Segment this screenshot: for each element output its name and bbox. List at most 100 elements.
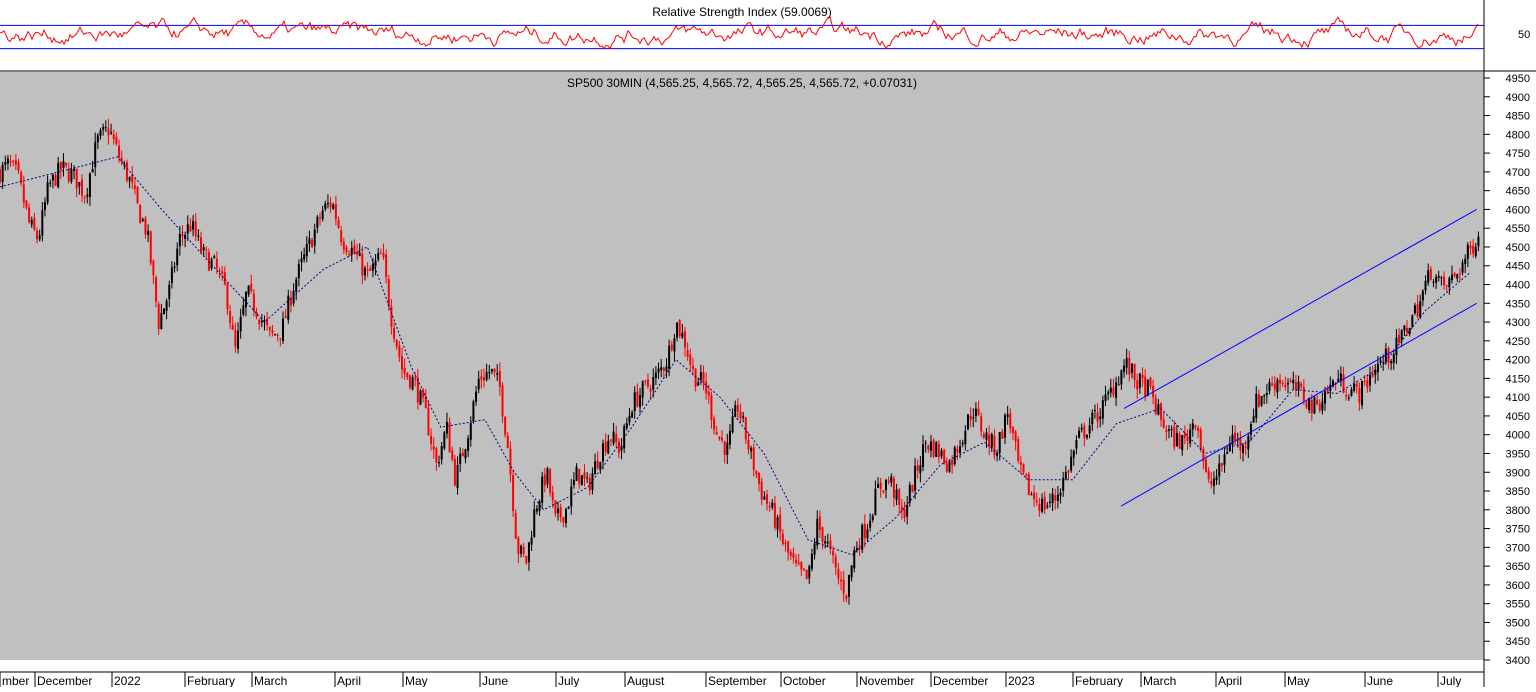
candle-body xyxy=(1117,384,1120,386)
candle-body xyxy=(1424,280,1427,291)
candle-body xyxy=(1173,426,1176,448)
candle-body xyxy=(726,442,729,455)
candle-body xyxy=(54,175,57,186)
candle-body xyxy=(189,225,192,232)
y-tick-label: 4350 xyxy=(1506,298,1530,310)
candle-body xyxy=(594,461,597,475)
y-tick-label: 4800 xyxy=(1506,129,1530,141)
x-tick-label: June xyxy=(482,674,508,687)
candle-body xyxy=(631,412,634,418)
candle-body xyxy=(51,174,54,181)
candle-body xyxy=(1379,360,1382,363)
candle-body xyxy=(340,230,343,243)
candle-body xyxy=(803,568,806,571)
candle-body xyxy=(202,247,205,251)
candle-body xyxy=(760,481,763,500)
candle-body xyxy=(342,241,345,250)
candle-body xyxy=(1138,373,1141,388)
candle-body xyxy=(887,480,890,482)
candle-body xyxy=(1033,492,1036,500)
candle-body xyxy=(789,552,792,556)
candle-body xyxy=(1093,409,1096,411)
candle-body xyxy=(1300,383,1303,387)
candle-body xyxy=(1004,415,1007,438)
candle-body xyxy=(9,161,12,163)
candle-body xyxy=(628,415,631,423)
candle-body xyxy=(1115,382,1118,398)
candle-body xyxy=(792,553,795,558)
candle-body xyxy=(467,438,470,451)
candle-body xyxy=(1279,380,1282,384)
candle-body xyxy=(501,385,504,417)
candle-body xyxy=(879,482,882,490)
candle-body xyxy=(432,445,435,450)
candle-body xyxy=(70,169,73,182)
candle-body xyxy=(1123,365,1126,372)
candle-body xyxy=(1244,446,1247,448)
candle-body xyxy=(443,432,446,449)
candle-body xyxy=(575,466,578,481)
candle-body xyxy=(1406,327,1409,333)
y-tick-label: 3600 xyxy=(1506,580,1530,592)
candle-body xyxy=(205,249,208,251)
x-tick-label: April xyxy=(1218,674,1242,687)
x-tick-label: September xyxy=(708,674,767,687)
candle-body xyxy=(1080,427,1083,430)
candle-body xyxy=(43,202,46,210)
candle-body xyxy=(453,458,456,486)
candle-body xyxy=(1130,363,1133,373)
candle-body xyxy=(1014,431,1017,442)
candle-body xyxy=(419,390,422,405)
candle-body xyxy=(414,378,417,380)
candle-body xyxy=(1107,392,1110,395)
candle-body xyxy=(1345,394,1348,397)
candle-body xyxy=(1212,478,1215,486)
candle-body xyxy=(305,243,308,257)
candle-body xyxy=(633,392,636,411)
y-axis: 3400 3450 3500 3550 3600 3650 3700 3750 3800 3850… xyxy=(1484,73,1530,667)
candle-body xyxy=(937,443,940,458)
x-tick-label: February xyxy=(1075,674,1123,687)
candle-body xyxy=(562,516,565,523)
y-tick-label: 3800 xyxy=(1506,505,1530,517)
candle-body xyxy=(773,503,776,528)
candle-body xyxy=(1120,370,1123,385)
candle-body xyxy=(242,305,245,315)
candle-body xyxy=(73,168,76,171)
candle-body xyxy=(1207,470,1210,480)
candle-body xyxy=(411,377,414,390)
candle-body xyxy=(702,371,705,383)
candle-body xyxy=(1070,456,1073,471)
candle-body xyxy=(398,345,401,357)
candle-body xyxy=(1427,270,1430,283)
stock-chart[interactable]: Relative Strength Index (59.0069) 50 SP5… xyxy=(0,0,1536,688)
candle-body xyxy=(1083,425,1086,439)
candle-body xyxy=(1461,262,1464,273)
candle-body xyxy=(1347,397,1350,399)
candle-body xyxy=(834,556,837,568)
candle-body xyxy=(197,235,200,238)
candle-body xyxy=(416,377,419,403)
candle-body xyxy=(324,203,327,210)
candle-body xyxy=(752,447,755,471)
candle-body xyxy=(1321,401,1324,411)
candle-body xyxy=(448,422,451,453)
x-tick-label: July xyxy=(558,674,579,687)
candle-body xyxy=(46,182,49,203)
candle-body xyxy=(438,462,441,464)
candle-body xyxy=(112,134,115,140)
candle-body xyxy=(641,381,644,398)
candle-body xyxy=(1064,471,1067,479)
candle-body xyxy=(337,220,340,228)
candle-body xyxy=(1318,403,1321,411)
candle-body xyxy=(303,254,306,260)
candle-body xyxy=(832,550,835,556)
candle-body xyxy=(1051,493,1054,504)
candle-body xyxy=(1220,462,1223,467)
x-tick-label: April xyxy=(337,674,361,687)
candle-body xyxy=(1175,432,1178,447)
candle-body xyxy=(855,548,858,551)
candle-body xyxy=(14,160,17,165)
candle-body xyxy=(1403,325,1406,331)
candle-body xyxy=(522,547,525,555)
